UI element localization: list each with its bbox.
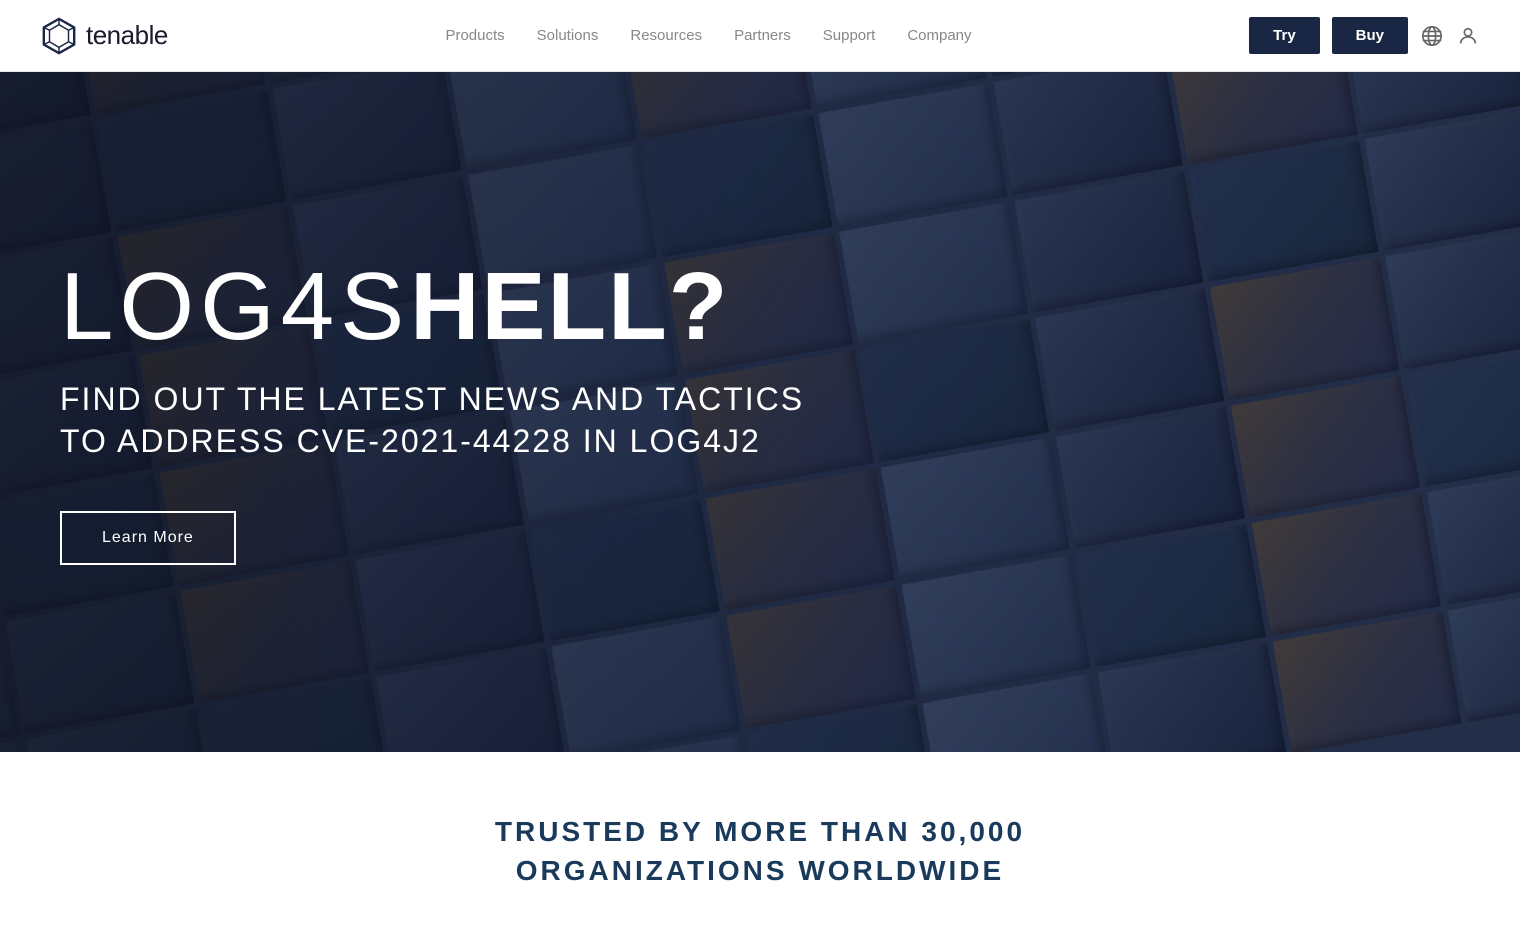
main-nav: Products Solutions Resources Partners Su…: [445, 27, 971, 44]
buy-button[interactable]: Buy: [1332, 17, 1408, 54]
try-button[interactable]: Try: [1249, 17, 1320, 54]
nav-products[interactable]: Products: [445, 27, 504, 44]
trusted-line1: TRUSTED BY MORE THAN 30,000: [495, 816, 1025, 847]
nav-resources[interactable]: Resources: [630, 27, 702, 44]
trusted-line2: ORGANIZATIONS WORLDWIDE: [516, 855, 1004, 886]
header: tenable Products Solutions Resources Par…: [0, 0, 1520, 72]
nav-solutions[interactable]: Solutions: [537, 27, 599, 44]
header-actions: Try Buy: [1249, 17, 1480, 54]
user-icon[interactable]: [1456, 24, 1480, 48]
globe-icon[interactable]: [1420, 24, 1444, 48]
trusted-title: TRUSTED BY MORE THAN 30,000 ORGANIZATION…: [40, 812, 1480, 890]
hero-title: LOG4SHELL?: [60, 259, 840, 355]
trusted-section: TRUSTED BY MORE THAN 30,000 ORGANIZATION…: [0, 752, 1520, 950]
hero-subtitle: FIND OUT THE LATEST NEWS AND TACTICS TO …: [60, 379, 840, 462]
logo[interactable]: tenable: [40, 17, 168, 55]
nav-support[interactable]: Support: [823, 27, 876, 44]
hero-title-part1: LOG4S: [60, 253, 410, 360]
learn-more-button[interactable]: Learn More: [60, 511, 236, 565]
nav-company[interactable]: Company: [907, 27, 971, 44]
tenable-logo-icon: [40, 17, 78, 55]
hero-title-part2: HELL?: [410, 253, 729, 360]
logo-text: tenable: [86, 20, 168, 51]
nav-partners[interactable]: Partners: [734, 27, 791, 44]
hero-section: LOG4SHELL? FIND OUT THE LATEST NEWS AND …: [0, 72, 1520, 752]
hero-content: LOG4SHELL? FIND OUT THE LATEST NEWS AND …: [0, 259, 900, 564]
